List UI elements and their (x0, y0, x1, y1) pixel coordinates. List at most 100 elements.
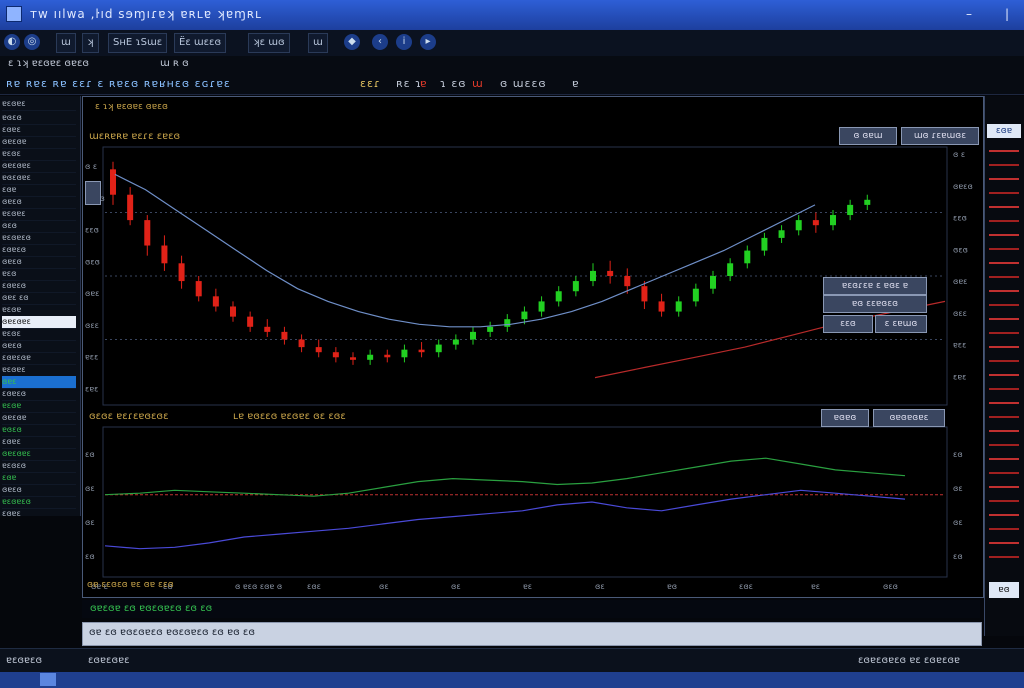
order-book-row (989, 430, 1019, 432)
candle-body (127, 194, 134, 221)
refresh-icon[interactable]: ◎ (24, 34, 40, 50)
price-axis-label-left: ɞɐɛ (85, 289, 99, 298)
candle-body (350, 357, 356, 360)
order-book-row (989, 192, 1019, 194)
candle-body (195, 281, 202, 297)
ticker-value: ɿ ɛɞ (440, 77, 467, 90)
candle-body (315, 347, 322, 353)
watchlist-item[interactable]: ɛɞɐɛ (2, 508, 76, 516)
price-axis-label: ɞɐɛ (953, 277, 967, 286)
candle-body (692, 288, 699, 302)
candle-body (401, 349, 408, 358)
price-axis-label: ɛɐɛ (953, 372, 966, 381)
price-axis-label-left: ɛɛɞ (85, 226, 99, 235)
candle-body (727, 263, 734, 276)
status-left: ɐɛɞɐɛɞ (6, 655, 43, 666)
candle-body (607, 270, 614, 276)
close-icon[interactable]: | (998, 5, 1016, 23)
order-book-header[interactable]: ɛɞɐ (987, 124, 1021, 138)
candle-body (864, 199, 871, 205)
ticker-value: ʀɛ ɿ (396, 77, 422, 90)
indicator-axis-label: ɞɛ (953, 484, 963, 493)
candle-body (384, 354, 391, 358)
candle-body (710, 276, 716, 289)
time-axis-label: ɐɞ (667, 582, 677, 591)
order-button[interactable]: ɐɞ ɛɛɐɞɛɞ (823, 295, 927, 313)
order-book-row (989, 542, 1019, 544)
order-book-row (989, 206, 1019, 208)
minimize-icon[interactable]: – (960, 5, 978, 23)
price-axis-label: ɛɛɞ (953, 214, 967, 223)
indicator-axis-label-left: ɛɞ (85, 450, 95, 459)
price-axis-label: ɞɐɛɞ (953, 182, 973, 191)
scroll-handle[interactable] (85, 181, 101, 205)
info-line: ɞɐɛɞɐ ɛɞ ɐɞɛɞɐɛɞ ɛɞ ɛɞ (82, 600, 980, 618)
price-axis-label: ɞ ɛ (953, 150, 965, 159)
timeframe-button[interactable]: ɞ ɞɐɯ (839, 127, 897, 145)
order-book-row (989, 360, 1019, 362)
candle-body (590, 270, 596, 282)
order-book-row (989, 178, 1019, 180)
order-book-row (989, 304, 1019, 306)
toolbar-item[interactable]: ЅнЕ ɿЅɯɛ (108, 33, 168, 53)
indicator-panel-title: ɞɛɞɛ ɐɛɾɛɐɞɛɞɛ (89, 411, 168, 422)
indicator-toggle-button[interactable]: ɞɐɞɐɞɐɛ (873, 409, 945, 427)
order-book-row (989, 346, 1019, 348)
ticker-value: ɐ (572, 77, 580, 90)
toolbar-item[interactable]: ʞ (82, 33, 99, 53)
flag-icon[interactable]: ▸ (420, 34, 436, 50)
app-icon (6, 6, 22, 22)
order-book-row (989, 444, 1019, 446)
window-title: ᴛᴡ ıılwa ,ŀıd sɘɱıɾɐʞ ɐʀʟɐ ʞɐɱʀʟ (30, 7, 263, 21)
command-bar[interactable]: ɞɐ ɛɞ ɐɞɛɞɐɛɞ ɐɞɛɞɐɛɞ ɛɞ ɐɞ ɛɞ (82, 622, 982, 646)
order-book-row (989, 220, 1019, 222)
taskbar (0, 672, 1024, 688)
candle-body (641, 286, 648, 302)
toolbar-item[interactable]: ʞɛ ɯɞ (248, 33, 290, 53)
order-button[interactable]: ɛ ɛɐɯɞ (875, 315, 927, 333)
chevron-left-icon[interactable]: ‹ (372, 34, 388, 50)
ticker-bar: ʀɐ ʀɐɛ ʀɐ ɛɛɾ ɛ ʀɐɛɞ ʀɐʁʜɛɞ ɛɢɾɐɛ ɛɛɾ ʀɛ… (0, 72, 1024, 95)
candle-body (675, 301, 682, 312)
order-book-row (989, 514, 1019, 516)
indicator-note: ɞɐ ɛɛɞɛɞ ɐɛ ɞɐ ɛɛɞ (87, 580, 174, 590)
price-axis-label: ɞɛɞ (953, 245, 968, 254)
order-book-panel: ɛɞɐ ɐɞ (984, 96, 1024, 636)
candle-body (332, 352, 339, 358)
taskbar-app-icon[interactable] (40, 673, 56, 686)
candle-body (812, 220, 819, 226)
indicator-axis-label: ɛɞ (953, 552, 963, 561)
toolbar-item[interactable]: ɯ (56, 33, 76, 53)
order-button[interactable]: ɐɛɞɾɛɐ ɛ ɐɞɛ ɐ (823, 277, 927, 295)
order-book-row (989, 388, 1019, 390)
ticker-value: ɛɛɾ (360, 77, 381, 90)
ticker-label: ʀɐ ʀɐɛ ʀɐ ɛɛɾ ɛ ʀɐɛɞ ʀɐʁʜɛɞ ɛɢɾɐɛ (6, 77, 231, 90)
toolbar-item[interactable]: ɯ (308, 33, 328, 53)
menu-strip-right: ɯ ʀ ɞ (160, 58, 189, 69)
candle-body (144, 220, 151, 246)
order-book-row (989, 262, 1019, 264)
indicator-button[interactable]: ɯɞ ɾɛɐɯɞɛ (901, 127, 979, 145)
order-button[interactable]: ɛɛɞ (823, 315, 873, 333)
back-icon[interactable]: ◐ (4, 34, 20, 50)
toolbar-item[interactable]: Ёɛ ɯɛɛɞ (174, 33, 227, 53)
info-icon[interactable]: i (396, 34, 412, 50)
order-book-row (989, 374, 1019, 376)
ticker-value: ɯ (472, 77, 484, 90)
order-book-row (989, 290, 1019, 292)
candle-body (435, 344, 442, 353)
title-bar: ᴛᴡ ıılwa ,ŀıd sɘɱıɾɐʞ ɐʀʟɐ ʞɐɱʀʟ – | (0, 0, 1024, 30)
time-axis-label: ɐɛ (523, 582, 532, 591)
candle-body (487, 326, 494, 332)
candle-body (212, 296, 219, 307)
order-book-footer[interactable]: ɐɞ (989, 582, 1019, 598)
indicator-toggle-button[interactable]: ɐɞɐɞ (821, 409, 869, 427)
watchlist-panel: ɐɛɞɐɛ ɐɞɛɞ ɛɞɐɛ ɞɐɛɞɐ ɐɛɞɛ ɞɐɛɞɐɛ ɐɞɛɞɐɛ ɛɞɐ ɞɐɛ… (0, 96, 81, 516)
time-axis-label: ɛɞɛ (307, 582, 321, 591)
menu-strip: ɛ ɿʞ ɐɛɞɐɛ ɞɐɛɞ ɯ ʀ ɞ (0, 56, 1024, 72)
candle-body (247, 316, 254, 327)
order-book-row (989, 500, 1019, 502)
candle-body (572, 281, 579, 292)
price-axis-label-left: ɞɛɞ (85, 257, 100, 266)
pin-icon[interactable]: ◆ (344, 34, 360, 50)
